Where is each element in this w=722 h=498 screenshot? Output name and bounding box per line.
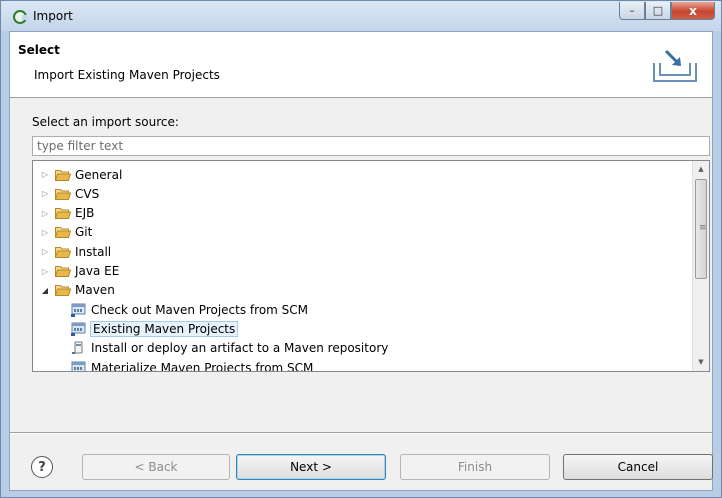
collapsed-arrow-icon[interactable]: ▷	[39, 209, 51, 218]
tree-item-label: Git	[75, 225, 93, 240]
collapsed-arrow-icon[interactable]: ▷	[39, 189, 51, 198]
grip-icon: ≡	[699, 223, 707, 233]
finish-button-label: Finish	[457, 460, 493, 474]
folder-icon	[55, 188, 71, 200]
tree-item-label: Maven	[75, 283, 115, 298]
tree-scrollbar[interactable]: ▲ ≡ ▼	[692, 161, 709, 371]
import-dialog: Import – □ x Select Import Existing Mave…	[0, 0, 722, 498]
folder-icon	[55, 284, 71, 297]
cancel-button-label: Cancel	[617, 460, 659, 474]
expanded-arrow-icon[interactable]: ◢	[39, 286, 51, 295]
window-title: Import	[33, 9, 73, 23]
folder-icon	[55, 246, 71, 258]
maven-project-icon	[71, 322, 87, 336]
help-button[interactable]: ?	[31, 456, 53, 478]
tree-item-label: Existing Maven Projects	[89, 320, 239, 337]
tree-item[interactable]: ◢ Maven	[39, 281, 115, 300]
cancel-button[interactable]: Cancel	[563, 454, 713, 480]
title-bar[interactable]: Import – □ x	[1, 1, 721, 31]
finish-button[interactable]: Finish	[400, 454, 550, 480]
collapsed-arrow-icon[interactable]: ▷	[39, 247, 51, 256]
tree-item-label: EJB	[75, 206, 95, 221]
scroll-up-icon[interactable]: ▲	[693, 161, 709, 178]
maven-project-icon	[71, 361, 87, 371]
minimize-icon: –	[629, 4, 635, 17]
tree-item-label: Java EE	[75, 264, 120, 278]
tree-item[interactable]: Existing Maven Projects	[71, 319, 239, 338]
window-controls: – □ x	[619, 2, 715, 20]
tree-item-label: CVS	[75, 186, 100, 201]
back-button[interactable]: < Back	[82, 454, 230, 480]
folder-icon	[55, 169, 71, 181]
tree-item-label: Install or deploy an artifact to a Maven…	[91, 341, 389, 356]
help-icon: ?	[38, 459, 46, 475]
jar-icon	[71, 341, 87, 355]
tree-item-label: Materialize Maven Projects from SCM	[91, 360, 314, 372]
app-icon	[13, 10, 27, 24]
tree-item[interactable]: Check out Maven Projects from SCM	[71, 300, 308, 319]
tree-item[interactable]: Materialize Maven Projects from SCM	[71, 358, 314, 372]
dialog-content: Select Import Existing Maven Projects Se…	[9, 31, 713, 491]
tree-item[interactable]: ▷ Java EE	[39, 262, 119, 281]
collapsed-arrow-icon[interactable]: ▷	[39, 170, 51, 179]
collapsed-arrow-icon[interactable]: ▷	[39, 228, 51, 237]
import-source-tree[interactable]: ▲ ≡ ▼ ▷ General ▷ CVS ▷ EJB ▷ Git ▷ Install ▷ Java …	[32, 160, 710, 372]
tree-item[interactable]: ▷ Git	[39, 223, 92, 242]
folder-icon	[55, 207, 71, 220]
tree-item[interactable]: ▷ CVS	[39, 184, 99, 203]
minimize-button[interactable]: –	[619, 2, 645, 20]
folder-icon	[55, 265, 71, 277]
tree-item[interactable]: ▷ General	[39, 165, 122, 184]
tree-item-label: Install	[75, 244, 112, 259]
maximize-icon: □	[652, 4, 664, 17]
back-button-label: < Back	[134, 460, 178, 474]
collapsed-arrow-icon[interactable]: ▷	[39, 267, 51, 276]
close-button[interactable]: x	[671, 2, 715, 20]
wizard-page-description: Import Existing Maven Projects	[34, 68, 220, 82]
import-source-label: Select an import source:	[32, 115, 179, 129]
tree-item[interactable]: Install or deploy an artifact to a Maven…	[71, 339, 388, 358]
wizard-page-title: Select	[18, 43, 60, 57]
maven-project-icon	[71, 303, 87, 317]
scroll-down-icon[interactable]: ▼	[693, 354, 709, 371]
next-button[interactable]: Next >	[236, 454, 386, 480]
folder-icon	[55, 226, 71, 239]
next-button-label: Next >	[290, 460, 332, 474]
wizard-banner: Select Import Existing Maven Projects	[10, 32, 712, 98]
scroll-thumb[interactable]: ≡	[695, 179, 707, 279]
tree-item-label: Check out Maven Projects from SCM	[91, 302, 309, 317]
tree-item[interactable]: ▷ EJB	[39, 204, 94, 223]
import-wizard-icon	[653, 49, 697, 82]
tree-item-label: General	[75, 167, 123, 182]
button-bar-divider	[10, 432, 712, 434]
close-icon: x	[689, 3, 697, 18]
tree-item[interactable]: ▷ Install	[39, 242, 111, 261]
filter-input[interactable]	[32, 136, 710, 156]
maximize-button[interactable]: □	[645, 2, 671, 20]
